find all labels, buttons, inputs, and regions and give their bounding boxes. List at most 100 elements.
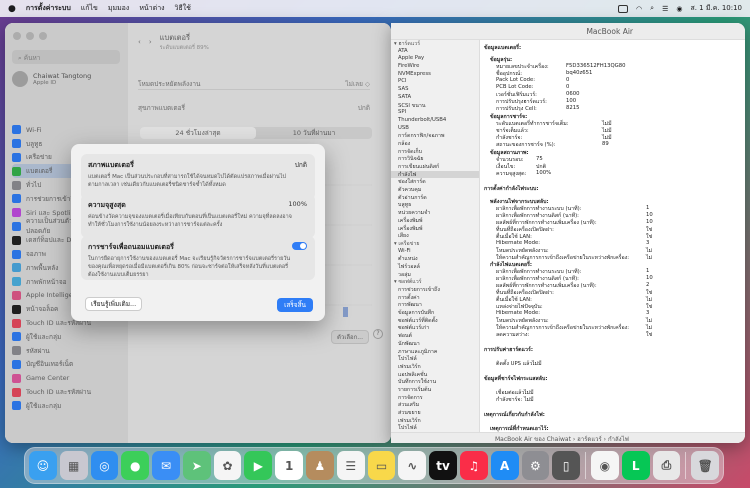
tree-group[interactable]: ▾ เครือข่าย [391, 240, 479, 248]
tree-item[interactable]: ตัวอ่านการ์ด [391, 194, 479, 202]
tree-item[interactable]: โปรไฟล์ [391, 355, 479, 363]
apple-menu-icon[interactable]: ● [8, 4, 16, 14]
photos-icon[interactable]: ✿ [213, 451, 242, 480]
chrome-icon[interactable]: ◉ [591, 451, 619, 480]
tree-item[interactable]: เครื่องพิมพ์ [391, 225, 479, 233]
tree-group[interactable]: ▾ ฮาร์ดแวร์ [391, 40, 479, 48]
tree-item[interactable]: Apple Pay [391, 55, 479, 63]
tree-item[interactable]: SAS [391, 86, 479, 94]
tree-item[interactable]: ข้อมูลการบันทึก [391, 309, 479, 317]
tree-item[interactable]: PCI [391, 78, 479, 86]
detail-text: 3 [646, 310, 650, 316]
tree-item[interactable]: โปรไฟล์ [391, 424, 479, 432]
facetime-icon[interactable]: ▶ [244, 451, 273, 480]
tree-item[interactable]: การช่วยการเข้าถึง [391, 286, 479, 294]
sysinfo-titlebar: MacBook Air [391, 23, 745, 40]
tree-item[interactable]: แอปพลิเคชั่น [391, 371, 479, 379]
launchpad-icon[interactable]: ▦ [59, 451, 88, 480]
detail-text: 1 [646, 205, 650, 211]
calendar-icon[interactable]: 1 [275, 451, 304, 480]
tree-item[interactable]: บลูทูธ [391, 201, 479, 209]
finder-icon[interactable]: ☺ [29, 451, 57, 480]
tree-item[interactable]: ตัวควบคุม [391, 186, 479, 194]
tree-item[interactable]: รายการเริ่มต้น [391, 386, 479, 394]
tree-item[interactable]: SATA [391, 94, 479, 102]
line-icon[interactable]: L [621, 451, 650, 480]
tree-item[interactable]: ซอฟต์แวร์ที่ติดตั้ง [391, 317, 479, 325]
tree-item[interactable]: การ์ดกราฟิก/จอภาพ [391, 132, 479, 140]
tree-item[interactable]: การวินิจฉัย [391, 155, 479, 163]
battery-icon[interactable] [618, 4, 629, 13]
detail-heading: การตั้งค่ากำลังไฟระบบ: [484, 186, 539, 192]
tree-item[interactable]: นักพัฒนา [391, 340, 479, 348]
menu-window[interactable]: หน้าต่าง [139, 3, 164, 14]
menu-edit[interactable]: แก้ไข [81, 3, 98, 14]
detail-text: 100% [536, 170, 552, 176]
mail-icon[interactable]: ✉ [152, 451, 180, 480]
reminders-icon[interactable]: ☰ [336, 451, 365, 480]
tree-item[interactable]: ภาษาและภูมิภาค [391, 348, 479, 356]
tree-item[interactable]: ส่วนขยาย [391, 409, 479, 417]
tree-item[interactable]: การจัดเก็บ [391, 148, 479, 156]
tree-item[interactable]: หน่วยความจำ [391, 209, 479, 217]
tree-item[interactable]: SCSI ขนาน [391, 102, 479, 110]
wifi-icon[interactable]: ◠ [636, 5, 642, 13]
freeform-icon[interactable]: ∿ [398, 451, 427, 480]
siri-icon[interactable]: ◉ [676, 5, 682, 13]
tree-item[interactable]: กล้อง [391, 140, 479, 148]
tree-item[interactable]: บันทึกการใช้งาน [391, 378, 479, 386]
tree-item[interactable]: ไฟร์วอลล์ [391, 263, 479, 271]
tree-item[interactable]: การจัดการ [391, 394, 479, 402]
control-center-icon[interactable]: ☰ [662, 5, 668, 13]
safari-icon[interactable]: ◎ [90, 451, 119, 480]
tree-item[interactable]: ATA [391, 48, 479, 56]
tree-item[interactable]: การพัฒนา [391, 301, 479, 309]
tree-item[interactable]: ส่วนเสริม [391, 401, 479, 409]
detail-heading: เหตุการณ์เกี่ยวกับกำลังไฟ: [484, 412, 545, 418]
system-settings-icon[interactable]: ⚙ [521, 451, 550, 480]
tree-item[interactable]: ซอฟต์แวร์เก่า [391, 324, 479, 332]
detail-text: PCB Lot Code: [496, 84, 534, 90]
tree-item[interactable]: เฟรมเวิร์ก [391, 363, 479, 371]
done-button[interactable]: เสร็จสิ้น [277, 298, 313, 312]
tree-item[interactable]: การตั้งค่า [391, 294, 479, 302]
app-store-icon[interactable]: A [490, 451, 519, 480]
tree-item[interactable]: Wi-Fi [391, 248, 479, 256]
menu-help[interactable]: วิธีใช้ [175, 3, 191, 14]
tree-item[interactable]: NVMExpress [391, 71, 479, 79]
printer-icon[interactable]: ⎙ [652, 451, 681, 480]
tree-item[interactable]: กำลังไฟ [391, 170, 479, 179]
search-icon[interactable]: ⌕ [650, 4, 654, 13]
contacts-icon[interactable]: ♟ [306, 451, 334, 480]
tv-icon[interactable]: tv [429, 451, 457, 480]
iphone-mirroring-icon[interactable]: ▯ [552, 451, 581, 480]
tree-item[interactable]: วอลุ่ม [391, 271, 479, 279]
tree-item[interactable]: เสียง [391, 232, 479, 240]
optimized-charging-toggle[interactable] [292, 242, 307, 250]
tree-item[interactable]: เครื่องพิมพ์ [391, 217, 479, 225]
tree-item[interactable]: ช่องใส่การ์ด [391, 178, 479, 186]
detail-text: ไม่ [646, 255, 653, 261]
detail-text: กำลังชาร์จ: [496, 397, 523, 403]
menu-view[interactable]: มุมมอง [108, 3, 129, 14]
tree-item[interactable]: Thunderbolt/USB4 [391, 117, 479, 125]
tree-item[interactable]: ฟอนต์ [391, 332, 479, 340]
tree-item[interactable]: เฟรมเวิร์ก [391, 417, 479, 425]
detail-heading: การปรับค่าฮาร์ดแวร์: [484, 347, 533, 353]
learn-more-button[interactable]: เรียนรู้เพิ่มเติม... [85, 297, 143, 311]
tree-item[interactable]: FireWire [391, 63, 479, 71]
notes-icon[interactable]: ▭ [367, 451, 396, 480]
tree-item[interactable]: SPI [391, 109, 479, 117]
tree-item[interactable]: USB [391, 125, 479, 133]
detail-text: Pack Lot Code: [496, 77, 536, 83]
tree-item[interactable]: การเขียนแผ่นดิสก์ [391, 163, 479, 171]
messages-icon[interactable]: ● [121, 451, 150, 480]
trash-icon[interactable]: 🗑 [691, 451, 720, 480]
maps-icon[interactable]: ➤ [182, 451, 211, 480]
sysinfo-detail-pane: ข้อมูลแบตเตอรี่: ข้อมูลรุ่น: หมายเลขประจำเ… [484, 40, 745, 432]
music-icon[interactable]: ♫ [459, 451, 488, 480]
tree-item[interactable]: ตำแหน่ง [391, 255, 479, 263]
menu-clock[interactable]: ส. 1 มี.ค. 10:10 [690, 3, 742, 14]
tree-group[interactable]: ▾ ซอฟต์แวร์ [391, 278, 479, 286]
menu-app-name[interactable]: การตั้งค่าระบบ [26, 3, 71, 14]
